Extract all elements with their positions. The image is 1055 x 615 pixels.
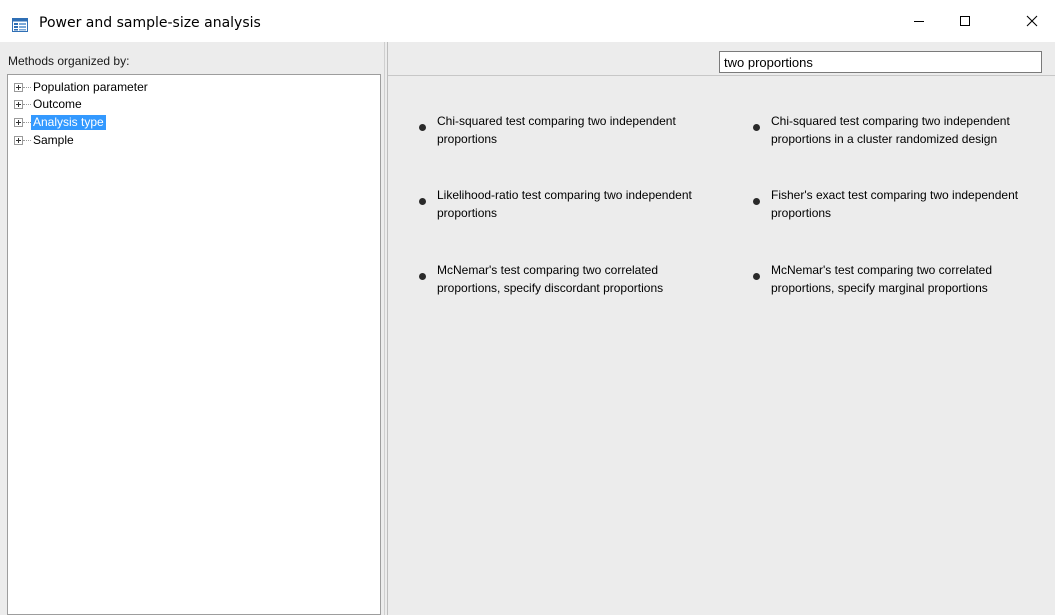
methods-list: Chi-squared test comparing two independe… (388, 77, 1055, 615)
bullet-icon (753, 273, 760, 280)
expand-plus-icon[interactable] (14, 99, 23, 109)
method-item[interactable]: McNemar's test comparing two correlated … (419, 261, 719, 297)
close-button[interactable] (1009, 6, 1055, 40)
bullet-icon (419, 124, 426, 131)
expand-plus-icon[interactable] (14, 117, 23, 127)
search-bar (388, 42, 1055, 76)
search-input[interactable] (719, 51, 1042, 73)
bullet-icon (753, 124, 760, 131)
tree-connector (23, 86, 31, 88)
bullet-icon (419, 198, 426, 205)
maximize-button[interactable] (942, 6, 988, 40)
tree-item-sample[interactable]: Sample (14, 132, 76, 148)
method-link[interactable]: McNemar's test comparing two correlated … (771, 261, 1053, 297)
tree-connector (23, 103, 31, 105)
left-pane: Methods organized by: Population paramet… (0, 42, 384, 615)
left-pane-header: Methods organized by: (0, 42, 384, 74)
bullet-icon (419, 273, 426, 280)
tree-connector (23, 121, 31, 123)
method-link[interactable]: Fisher's exact test comparing two indepe… (771, 186, 1053, 222)
expand-plus-icon[interactable] (14, 82, 23, 92)
tree-item-label[interactable]: Population parameter (31, 80, 150, 95)
method-link[interactable]: McNemar's test comparing two correlated … (437, 261, 719, 297)
method-link[interactable]: Chi-squared test comparing two independe… (437, 112, 719, 148)
method-link[interactable]: Likelihood-ratio test comparing two inde… (437, 186, 719, 222)
tree-item-label[interactable]: Analysis type (31, 114, 106, 130)
window-title: Power and sample-size analysis (39, 15, 261, 31)
tree-connector (23, 139, 31, 141)
method-tree[interactable]: Population parameter Outcome Analysis ty… (7, 74, 381, 615)
minimize-button[interactable] (896, 6, 942, 40)
methods-organized-by-label: Methods organized by: (8, 54, 130, 68)
tree-item-label[interactable]: Outcome (31, 97, 84, 112)
tree-item-population-parameter[interactable]: Population parameter (14, 79, 150, 95)
maximize-icon (959, 14, 971, 32)
tree-item-outcome[interactable]: Outcome (14, 96, 84, 112)
minimize-icon (913, 14, 925, 32)
window-app-icon (12, 18, 28, 32)
close-icon (1026, 14, 1038, 32)
expand-plus-icon[interactable] (14, 135, 23, 145)
method-item[interactable]: McNemar's test comparing two correlated … (753, 261, 1053, 297)
method-item[interactable]: Fisher's exact test comparing two indepe… (753, 186, 1053, 222)
right-pane: Chi-squared test comparing two independe… (388, 42, 1055, 615)
method-item[interactable]: Chi-squared test comparing two independe… (419, 112, 719, 148)
tree-item-analysis-type[interactable]: Analysis type (14, 114, 106, 130)
tree-item-label[interactable]: Sample (31, 133, 76, 148)
title-bar: Power and sample-size analysis (0, 0, 1055, 42)
method-link[interactable]: Chi-squared test comparing two independe… (771, 112, 1053, 148)
bullet-icon (753, 198, 760, 205)
method-item[interactable]: Chi-squared test comparing two independe… (753, 112, 1053, 148)
method-item[interactable]: Likelihood-ratio test comparing two inde… (419, 186, 719, 222)
